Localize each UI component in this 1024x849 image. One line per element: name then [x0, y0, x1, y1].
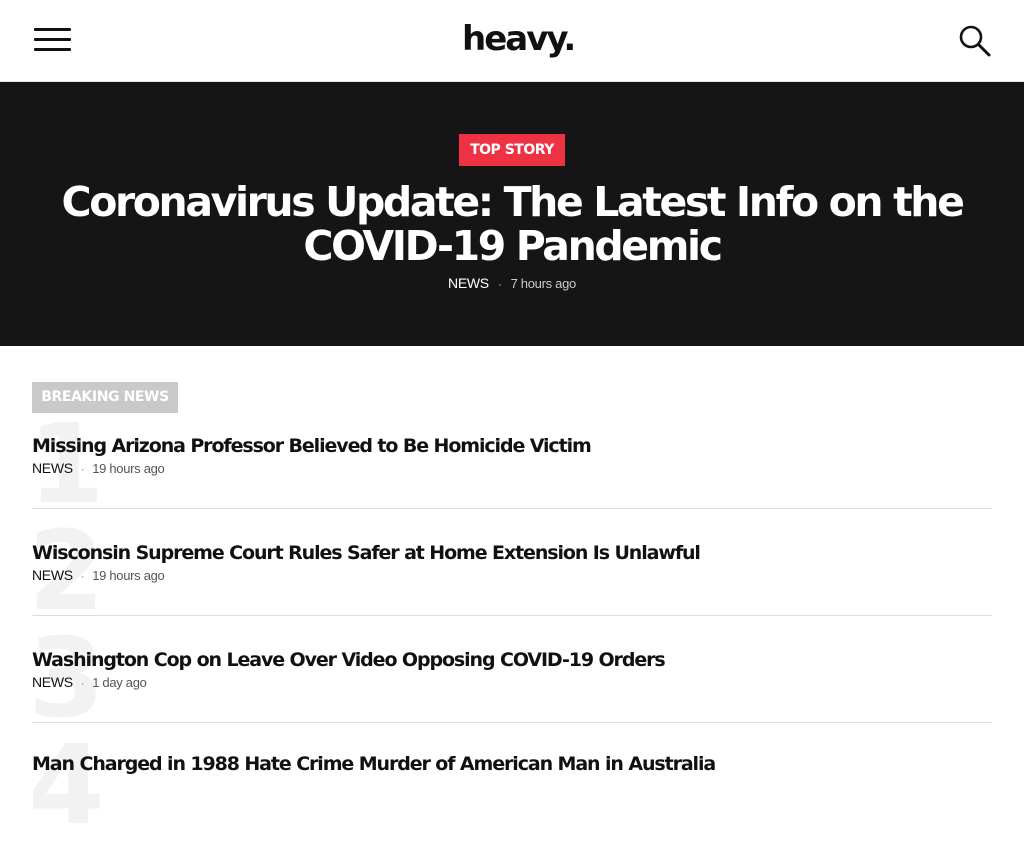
heavy-logo[interactable]: heavy.: [462, 16, 576, 62]
hero-timestamp: 7 hours ago: [510, 276, 577, 291]
news-category-link[interactable]: NEWS: [32, 460, 73, 476]
news-meta: NEWS · 19 hours ago: [32, 460, 165, 476]
breaking-news-list: 1 Missing Arizona Professor Believed to …: [28, 409, 992, 840]
site-header: heavy.: [0, 0, 1024, 82]
news-category-link[interactable]: NEWS: [32, 567, 73, 583]
news-headline[interactable]: Washington Cop on Leave Over Video Oppos…: [32, 647, 666, 673]
news-headline[interactable]: Man Charged in 1988 Hate Crime Murder of…: [32, 751, 716, 777]
meta-separator: ·: [80, 571, 85, 583]
news-meta: NEWS · 1 day ago: [32, 674, 147, 690]
hero-title[interactable]: Coronavirus Update: The Latest Info on t…: [40, 180, 984, 268]
news-item: 3 Washington Cop on Leave Over Video Opp…: [28, 623, 992, 734]
hamburger-menu-icon[interactable]: [32, 26, 72, 54]
news-item: 2 Wisconsin Supreme Court Rules Safer at…: [28, 516, 992, 627]
divider: [32, 615, 992, 616]
news-headline[interactable]: Missing Arizona Professor Believed to Be…: [32, 433, 592, 459]
news-headline[interactable]: Wisconsin Supreme Court Rules Safer at H…: [32, 540, 701, 566]
news-item: 1 Missing Arizona Professor Believed to …: [28, 409, 992, 520]
hero-top-story: TOP STORY Coronavirus Update: The Latest…: [0, 82, 1024, 346]
news-timestamp: 19 hours ago: [92, 568, 165, 583]
search-icon[interactable]: [958, 24, 992, 58]
news-category-link[interactable]: NEWS: [32, 674, 73, 690]
meta-separator: ·: [80, 678, 85, 690]
hero-category-link[interactable]: NEWS: [448, 275, 489, 291]
news-timestamp: 1 day ago: [92, 675, 147, 690]
rank-number: 4: [28, 721, 105, 849]
news-meta: NEWS · 19 hours ago: [32, 567, 165, 583]
meta-separator: ·: [497, 277, 502, 291]
meta-separator: ·: [80, 464, 85, 476]
top-story-badge[interactable]: TOP STORY: [459, 134, 565, 166]
news-item: 4 Man Charged in 1988 Hate Crime Murder …: [28, 730, 992, 841]
hero-meta: NEWS · 7 hours ago: [0, 275, 1024, 291]
divider: [32, 508, 992, 509]
news-timestamp: 19 hours ago: [92, 461, 165, 476]
divider: [32, 722, 992, 723]
